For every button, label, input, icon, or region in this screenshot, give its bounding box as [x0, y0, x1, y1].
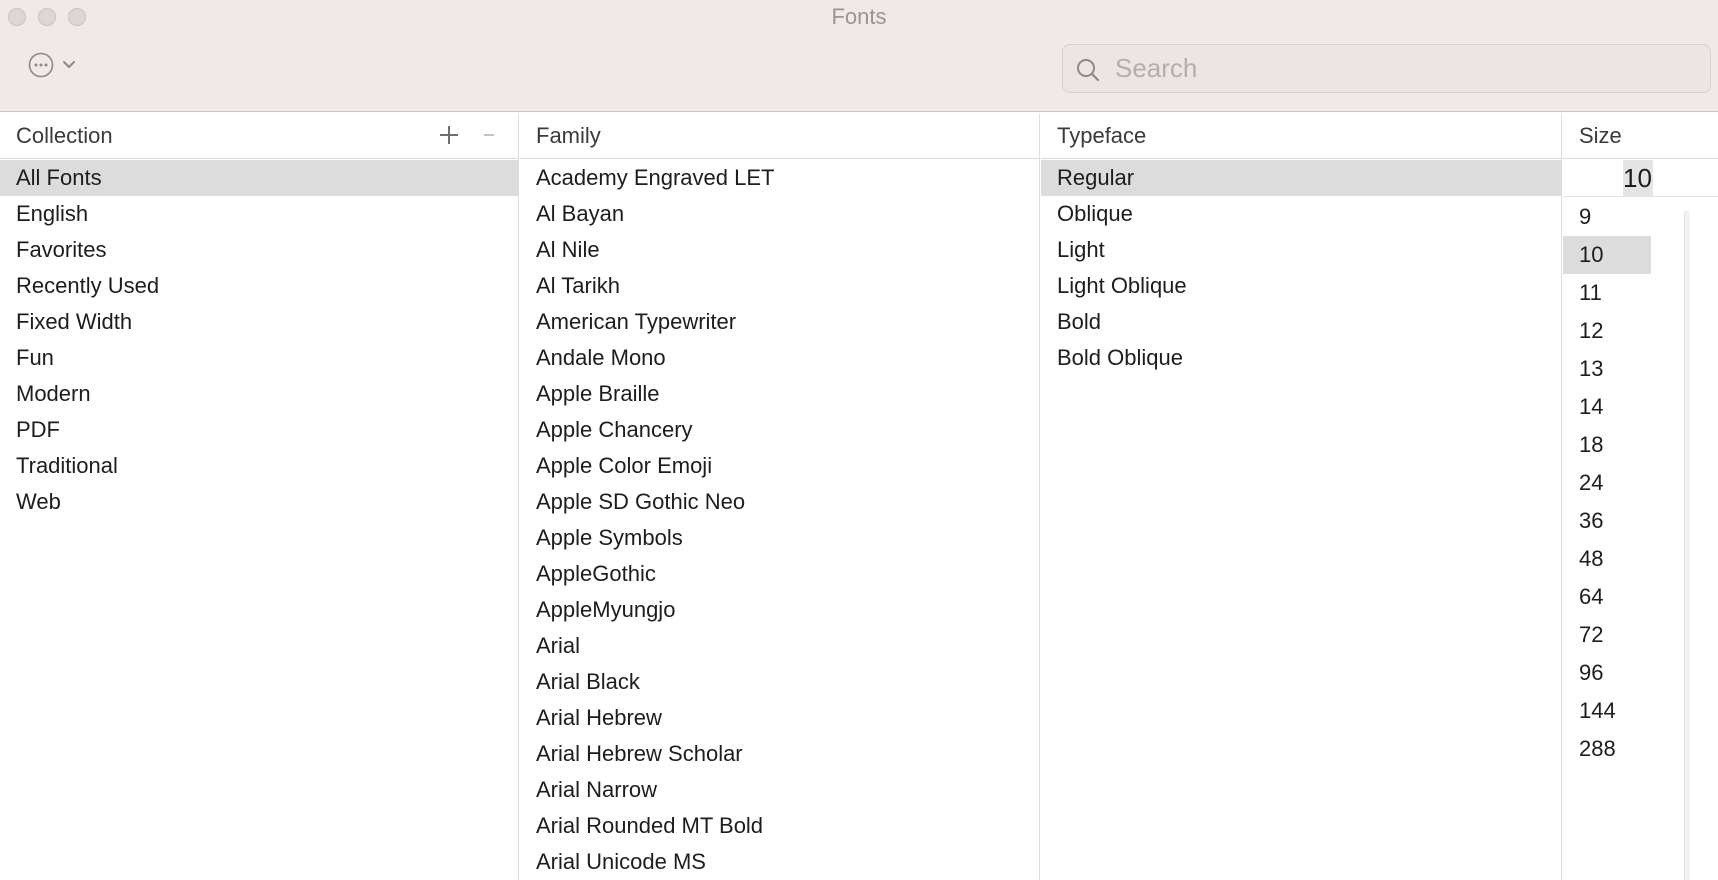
- family-item[interactable]: Apple SD Gothic Neo: [520, 484, 1039, 520]
- plus-icon[interactable]: [437, 123, 461, 147]
- family-item[interactable]: AppleMyungjo: [520, 592, 1039, 628]
- typeface-item[interactable]: Bold Oblique: [1041, 340, 1561, 376]
- size-input[interactable]: [1623, 160, 1653, 196]
- family-item[interactable]: Al Bayan: [520, 196, 1039, 232]
- size-item[interactable]: 64: [1563, 578, 1651, 616]
- family-item[interactable]: Apple Chancery: [520, 412, 1039, 448]
- collection-item[interactable]: Modern: [0, 376, 518, 412]
- collection-item[interactable]: English: [0, 196, 518, 232]
- size-item[interactable]: 11: [1563, 274, 1651, 312]
- family-item[interactable]: Al Nile: [520, 232, 1039, 268]
- collection-item[interactable]: Fun: [0, 340, 518, 376]
- family-item[interactable]: Apple Color Emoji: [520, 448, 1039, 484]
- typeface-column: Typeface Regular Oblique Light Light Obl…: [1041, 113, 1562, 880]
- size-scrollbar[interactable]: [1684, 211, 1690, 880]
- typeface-item[interactable]: Bold: [1041, 304, 1561, 340]
- collection-item[interactable]: Favorites: [0, 232, 518, 268]
- size-item[interactable]: 48: [1563, 540, 1651, 578]
- size-item[interactable]: 9: [1563, 198, 1651, 236]
- collection-header: Collection: [0, 113, 518, 159]
- collection-item[interactable]: PDF: [0, 412, 518, 448]
- family-item[interactable]: Arial Narrow: [520, 772, 1039, 808]
- chevron-down-icon: [63, 61, 75, 68]
- size-item[interactable]: 13: [1563, 350, 1651, 388]
- collection-item[interactable]: All Fonts: [0, 160, 518, 196]
- typeface-item[interactable]: Oblique: [1041, 196, 1561, 232]
- family-column: Family Academy Engraved LET Al Bayan Al …: [520, 113, 1040, 880]
- minus-icon[interactable]: [482, 123, 496, 147]
- typeface-item[interactable]: Light Oblique: [1041, 268, 1561, 304]
- family-item[interactable]: Academy Engraved LET: [520, 160, 1039, 196]
- size-list: 9 10 11 12 13 14 18 24 36 48 64 72 96 14…: [1563, 198, 1651, 768]
- typeface-item[interactable]: Light: [1041, 232, 1561, 268]
- family-item[interactable]: Andale Mono: [520, 340, 1039, 376]
- family-item[interactable]: AppleGothic: [520, 556, 1039, 592]
- collection-item[interactable]: Recently Used: [0, 268, 518, 304]
- collection-item[interactable]: Fixed Width: [0, 304, 518, 340]
- typeface-list: Regular Oblique Light Light Oblique Bold…: [1041, 160, 1561, 376]
- window-title: Fonts: [831, 4, 887, 29]
- family-item[interactable]: Arial Hebrew: [520, 700, 1039, 736]
- size-column: Size 9 10 11 12 13 14 18 24 36 48 64 72 …: [1563, 113, 1718, 880]
- family-item[interactable]: Arial Hebrew Scholar: [520, 736, 1039, 772]
- size-item[interactable]: 14: [1563, 388, 1651, 426]
- collection-list: All Fonts English Favorites Recently Use…: [0, 160, 518, 520]
- family-list: Academy Engraved LET Al Bayan Al Nile Al…: [520, 160, 1039, 880]
- collection-item[interactable]: Traditional: [0, 448, 518, 484]
- size-item[interactable]: 72: [1563, 616, 1651, 654]
- family-item[interactable]: Apple Symbols: [520, 520, 1039, 556]
- typeface-item[interactable]: Regular: [1041, 160, 1561, 196]
- action-menu-button[interactable]: [28, 52, 76, 78]
- size-item[interactable]: 96: [1563, 654, 1651, 692]
- family-item[interactable]: Arial Unicode MS: [520, 844, 1039, 880]
- family-item[interactable]: Al Tarikh: [520, 268, 1039, 304]
- size-item[interactable]: 24: [1563, 464, 1651, 502]
- search-icon: [1077, 59, 1100, 82]
- size-field: [1563, 160, 1718, 197]
- family-item[interactable]: Arial: [520, 628, 1039, 664]
- family-item[interactable]: Arial Rounded MT Bold: [520, 808, 1039, 844]
- family-item[interactable]: Arial Black: [520, 664, 1039, 700]
- size-item[interactable]: 288: [1563, 730, 1651, 768]
- collection-column: Collection All Fonts English Favorites R…: [0, 113, 519, 880]
- search-input[interactable]: [1115, 45, 1695, 92]
- size-item[interactable]: 144: [1563, 692, 1651, 730]
- collection-item[interactable]: Web: [0, 484, 518, 520]
- size-item[interactable]: 12: [1563, 312, 1651, 350]
- family-item[interactable]: Apple Braille: [520, 376, 1039, 412]
- size-header: Size: [1563, 113, 1718, 159]
- ellipsis-circle-icon: [28, 52, 54, 78]
- size-item[interactable]: 10: [1563, 236, 1651, 274]
- size-item[interactable]: 18: [1563, 426, 1651, 464]
- family-item[interactable]: American Typewriter: [520, 304, 1039, 340]
- family-header: Family: [520, 113, 1039, 159]
- typeface-header: Typeface: [1041, 113, 1561, 159]
- collection-header-label: Collection: [16, 123, 113, 148]
- search-field[interactable]: [1062, 44, 1711, 93]
- size-item[interactable]: 36: [1563, 502, 1651, 540]
- window-toolbar: Fonts: [0, 0, 1718, 112]
